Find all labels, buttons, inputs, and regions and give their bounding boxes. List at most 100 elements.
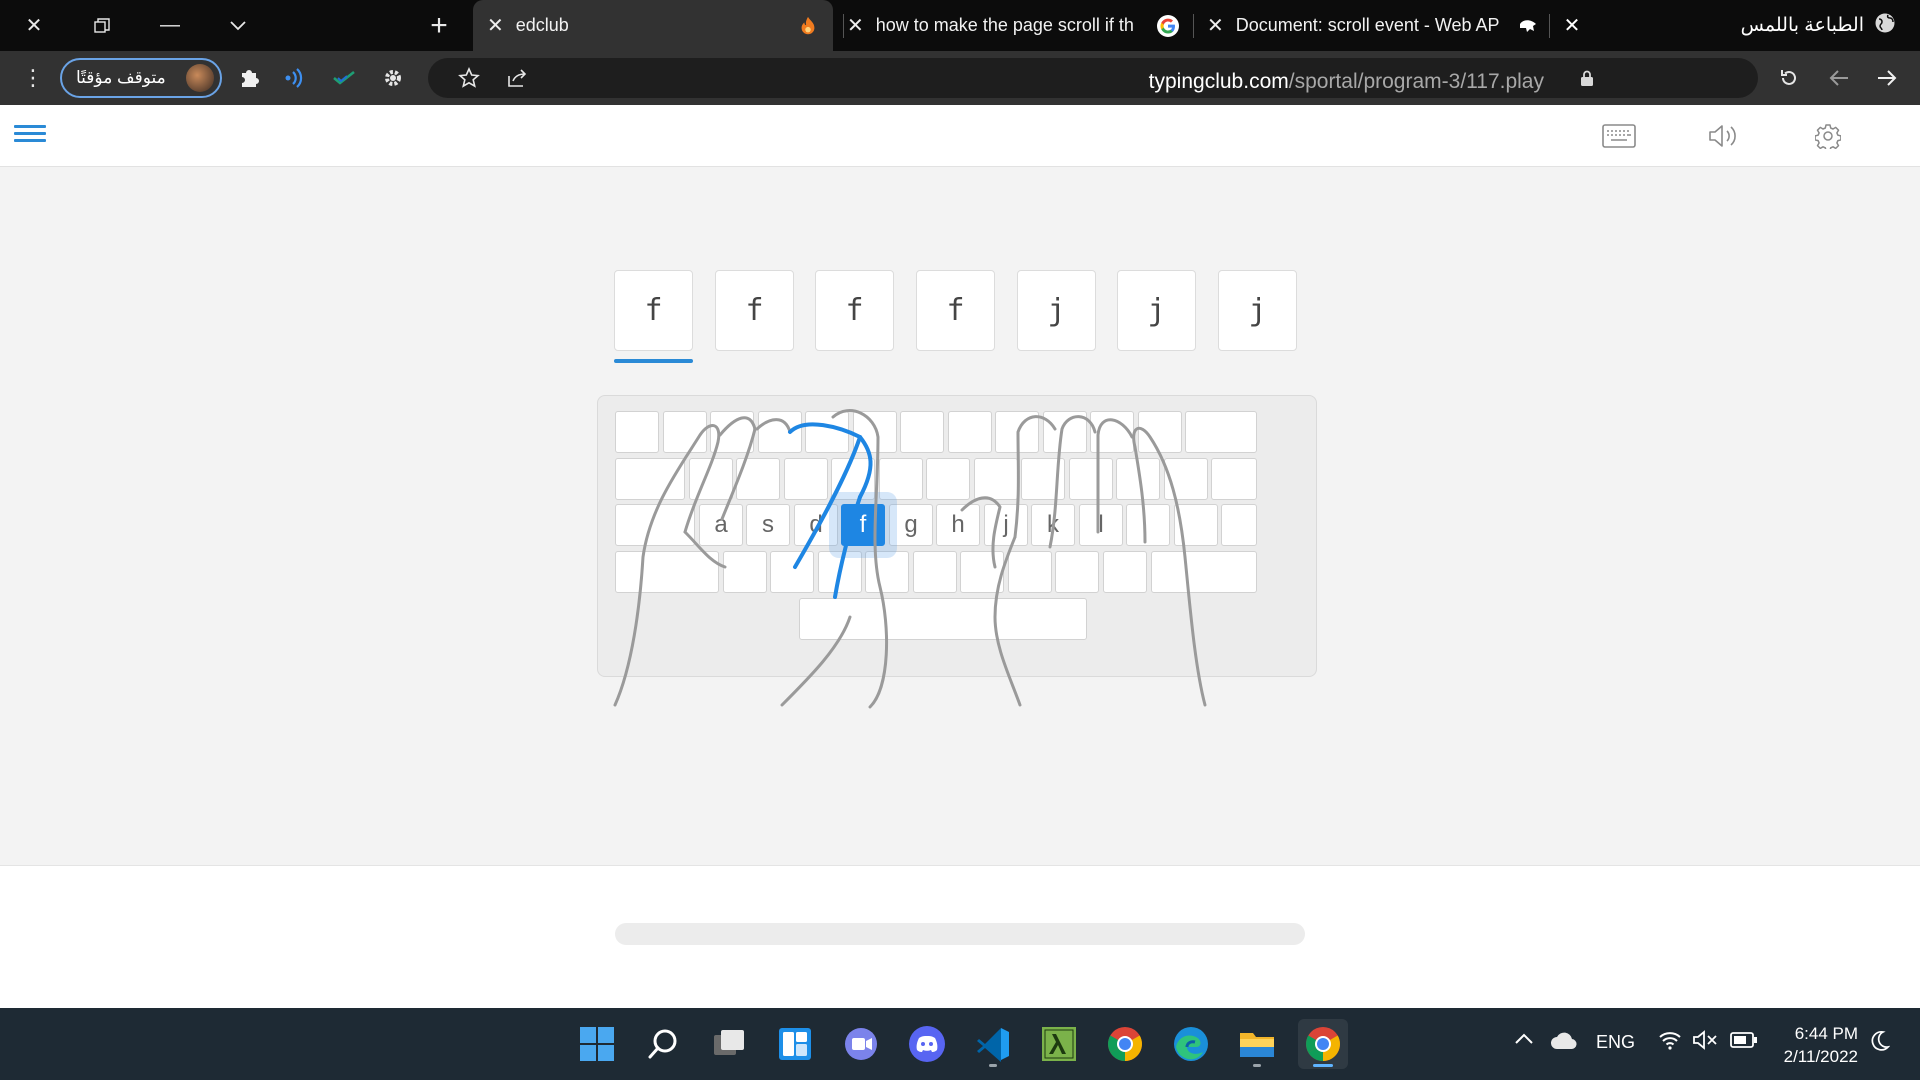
keyboard-key bbox=[1185, 411, 1257, 453]
tab-title: Document: scroll event - Web AP bbox=[1235, 15, 1500, 35]
discord-icon[interactable] bbox=[902, 1019, 952, 1069]
lesson-char: f bbox=[715, 270, 794, 351]
mdn-icon bbox=[1517, 15, 1539, 37]
touch-typing-tab[interactable]: الطباعة باللمس bbox=[1741, 0, 1896, 51]
system-clock[interactable]: 6:44 PM 2/11/2022 bbox=[1784, 1022, 1858, 1068]
vpn-extension-icon[interactable] bbox=[325, 59, 363, 97]
lesson-char: f bbox=[916, 270, 995, 351]
task-view-icon[interactable] bbox=[704, 1019, 754, 1069]
google-icon bbox=[1157, 14, 1179, 37]
keyboard-key bbox=[1103, 551, 1147, 593]
focus-assist-moon-icon[interactable] bbox=[1868, 1030, 1890, 1052]
browser-toolbar: ⋮ متوقف مؤقتًا typingclub.com/sportal/pr… bbox=[0, 51, 1920, 105]
search-icon[interactable] bbox=[638, 1019, 688, 1069]
bookmark-star-icon[interactable] bbox=[450, 59, 488, 97]
profile-label: متوقف مؤقتًا bbox=[76, 68, 166, 87]
profile-button[interactable]: متوقف مؤقتًا bbox=[60, 58, 222, 98]
close-tab-icon[interactable]: ✕ bbox=[487, 13, 504, 38]
read-aloud-extension-icon[interactable] bbox=[276, 59, 314, 97]
settings-gear-icon[interactable] bbox=[1808, 117, 1848, 155]
key-h: h bbox=[936, 504, 980, 546]
tab-mdn-scroll-event[interactable]: ✕ Document: scroll event - Web AP bbox=[1193, 0, 1553, 51]
file-explorer-icon[interactable] bbox=[1232, 1019, 1282, 1069]
extensions-puzzle-icon[interactable] bbox=[230, 59, 268, 97]
new-tab-button[interactable]: + bbox=[405, 0, 473, 51]
onedrive-cloud-icon[interactable] bbox=[1550, 1032, 1578, 1050]
keyboard-key bbox=[1138, 411, 1182, 453]
input-language[interactable]: ENG bbox=[1596, 1032, 1635, 1053]
settings-gear-extension-icon[interactable] bbox=[374, 59, 412, 97]
teams-chat-icon[interactable] bbox=[836, 1019, 886, 1069]
tab-title: how to make the page scroll if th bbox=[875, 15, 1134, 35]
keyboard-key bbox=[974, 458, 1018, 500]
keyboard-key bbox=[1055, 551, 1099, 593]
windows-taskbar: ENG 6:44 PM 2/11/2022 bbox=[0, 1008, 1920, 1080]
keyboard-key bbox=[615, 458, 685, 500]
keyboard-key bbox=[710, 411, 754, 453]
keyboard-key bbox=[1008, 551, 1052, 593]
sound-icon[interactable] bbox=[1703, 117, 1743, 155]
keyboard-key bbox=[758, 411, 802, 453]
lambda-app-icon[interactable] bbox=[1034, 1019, 1084, 1069]
url-path: /sportal/program-3/117.play bbox=[1288, 70, 1544, 93]
touch-typing-label: الطباعة باللمس bbox=[1740, 15, 1864, 36]
keyboard-key bbox=[1126, 504, 1170, 546]
keyboard-key bbox=[1021, 458, 1065, 500]
key-a: a bbox=[699, 504, 743, 546]
chrome-icon[interactable] bbox=[1100, 1019, 1150, 1069]
running-indicator bbox=[989, 1064, 997, 1067]
lesson-char: j bbox=[1117, 270, 1196, 351]
keyboard-key bbox=[1164, 458, 1208, 500]
close-tab-icon[interactable]: ✕ bbox=[847, 13, 864, 38]
keyboard-key bbox=[770, 551, 814, 593]
chrome-active-icon[interactable] bbox=[1298, 1019, 1348, 1069]
running-indicator bbox=[1313, 1064, 1333, 1067]
lock-icon[interactable] bbox=[1568, 59, 1606, 97]
keyboard-key bbox=[948, 411, 992, 453]
keyboard-toggle-icon[interactable] bbox=[1599, 117, 1639, 155]
lesson-char: f bbox=[815, 270, 894, 351]
keyboard-key bbox=[1043, 411, 1087, 453]
browser-menu-icon[interactable]: ⋮ bbox=[14, 59, 52, 97]
tab-scroll-question[interactable]: ✕ how to make the page scroll if th bbox=[833, 0, 1193, 51]
battery-icon[interactable] bbox=[1730, 1032, 1758, 1048]
close-tab-icon[interactable]: ✕ bbox=[1552, 0, 1592, 51]
vscode-icon[interactable] bbox=[968, 1019, 1018, 1069]
url-text: typingclub.com/sportal/program-3/117.pla… bbox=[1149, 70, 1544, 94]
show-hidden-icons-chevron[interactable] bbox=[1514, 1032, 1534, 1046]
lesson-area: f f f f j j j a s d f g h j k l bbox=[0, 167, 1920, 865]
restore-window-icon[interactable] bbox=[68, 0, 136, 51]
clock-date: 2/11/2022 bbox=[1783, 1047, 1858, 1066]
widgets-icon[interactable] bbox=[770, 1019, 820, 1069]
keyboard-key bbox=[784, 458, 828, 500]
key-l: l bbox=[1079, 504, 1123, 546]
minimize-window-icon[interactable]: — bbox=[136, 0, 204, 51]
keyboard-key bbox=[853, 411, 897, 453]
keyboard-key bbox=[995, 411, 1039, 453]
forward-arrow-icon[interactable] bbox=[1868, 59, 1906, 97]
hamburger-menu-icon[interactable] bbox=[14, 121, 46, 149]
wifi-icon[interactable] bbox=[1658, 1030, 1682, 1050]
keyboard-key bbox=[689, 458, 733, 500]
keyboard-key bbox=[865, 551, 909, 593]
edge-icon[interactable] bbox=[1166, 1019, 1216, 1069]
tab-title: edclub bbox=[515, 15, 569, 35]
url-host: typingclub.com bbox=[1148, 70, 1289, 93]
keyboard-key bbox=[1174, 504, 1218, 546]
clock-time: 6:44 PM bbox=[1794, 1024, 1858, 1043]
close-window-icon[interactable]: ✕ bbox=[0, 0, 68, 51]
shift-key bbox=[615, 551, 719, 593]
start-icon[interactable] bbox=[572, 1019, 622, 1069]
keyboard-key bbox=[1211, 458, 1257, 500]
tab-edclub[interactable]: ✕ edclub bbox=[473, 0, 833, 51]
back-arrow-icon[interactable] bbox=[1820, 59, 1858, 97]
key-d: d bbox=[794, 504, 838, 546]
tab-search-chevron-icon[interactable] bbox=[204, 0, 272, 51]
reload-icon[interactable] bbox=[1770, 59, 1808, 97]
address-bar[interactable]: typingclub.com/sportal/program-3/117.pla… bbox=[428, 58, 1758, 98]
speaker-muted-icon[interactable] bbox=[1692, 1030, 1718, 1050]
close-tab-icon[interactable]: ✕ bbox=[1207, 13, 1224, 38]
browser-tab-bar: ✕ — + ✕ edclub ✕ how to make the page sc… bbox=[0, 0, 1920, 51]
key-j: j bbox=[984, 504, 1028, 546]
share-icon[interactable] bbox=[498, 59, 536, 97]
